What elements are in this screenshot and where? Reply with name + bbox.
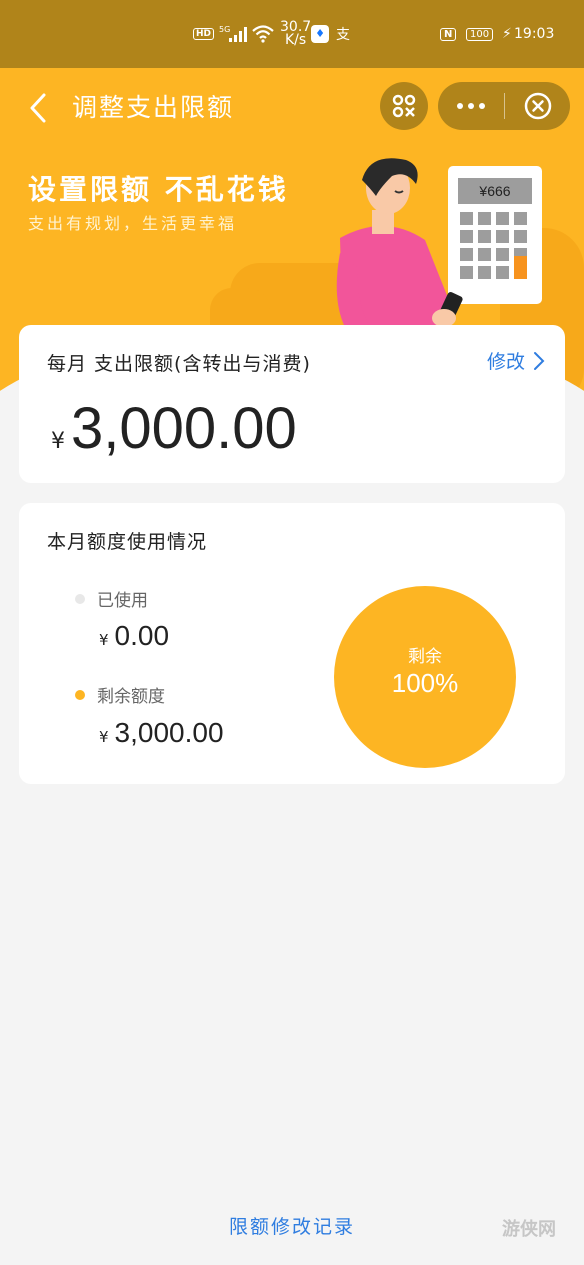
cellular-signal-icon: 5G [219,0,249,68]
remaining-legend-dot [75,689,85,700]
back-button[interactable] [24,90,52,126]
status-bar: HD 5G 30.7 K/s ♦ 支 N 100 ⚡ 19:03 [0,0,584,68]
more-button[interactable] [438,82,504,130]
chevron-right-icon [534,351,545,370]
close-button[interactable] [505,82,570,130]
edit-limit-label: 修改 [486,351,525,373]
hd-indicator: HD [193,0,215,68]
remaining-ring-chart: 剩余 100% [334,586,516,768]
edit-limit-link[interactable]: 修改 [487,347,545,374]
scan-button[interactable] [380,82,428,130]
qr-scan-icon [392,94,416,118]
calculator-display: ¥666 [478,183,510,199]
remaining-label: 剩余额度 [97,687,165,707]
remaining-amount: ¥ 3,000.00 [99,717,224,749]
ring-label: 剩余 [408,647,442,667]
wifi-icon [252,0,274,68]
limit-value: 3,000.00 [71,396,297,461]
more-dot-icon [479,103,485,109]
battery-icon: 100 [466,0,494,68]
remaining-currency: ¥ [99,728,109,746]
alipay-notification-icon: 支 [336,27,350,43]
nfc-icon: N [440,0,457,68]
monthly-limit-amount: ¥ 3,000.00 [51,395,297,462]
mini-program-capsule [438,82,570,130]
currency-symbol: ¥ [51,429,65,454]
more-dot-icon [457,103,463,109]
used-value: 0.00 [114,620,170,651]
usage-title: 本月额度使用情况 [47,531,208,553]
used-legend: 已使用 [75,586,148,611]
monthly-limit-label: 每月 支出限额(含转出与消费) [47,353,311,375]
network-type: 5G [219,25,230,34]
remaining-value: 3,000.00 [114,717,224,748]
ring-percentage: 100% [391,668,459,698]
limit-history-link[interactable]: 限额修改记录 [0,1212,584,1239]
notification-app-icon: ♦ [311,0,329,68]
network-speed: 30.7 K/s [280,19,312,48]
used-amount: ¥ 0.00 [99,620,169,652]
used-currency: ¥ [99,631,109,649]
calculator-icon: ¥666 [448,166,542,304]
banner-subtitle: 支出有规划，生活更幸福 [28,214,238,233]
used-legend-dot [75,593,85,604]
monthly-limit-card: 每月 支出限额(含转出与消费) 修改 ¥ 3,000.00 [19,325,565,483]
more-dot-icon [468,103,474,109]
page-title: 调整支出限额 [72,93,235,122]
remaining-legend: 剩余额度 [75,682,165,707]
clock: 19:03 [514,26,555,42]
watermark-logo: 游侠网 [502,1219,556,1240]
charging-icon: ⚡ [502,26,512,42]
monthly-usage-card: 本月额度使用情况 已使用 ¥ 0.00 剩余额度 ¥ 3,000.00 剩余 1… [19,503,565,784]
chevron-left-icon [30,93,46,123]
used-label: 已使用 [97,591,148,611]
close-icon [524,92,551,120]
